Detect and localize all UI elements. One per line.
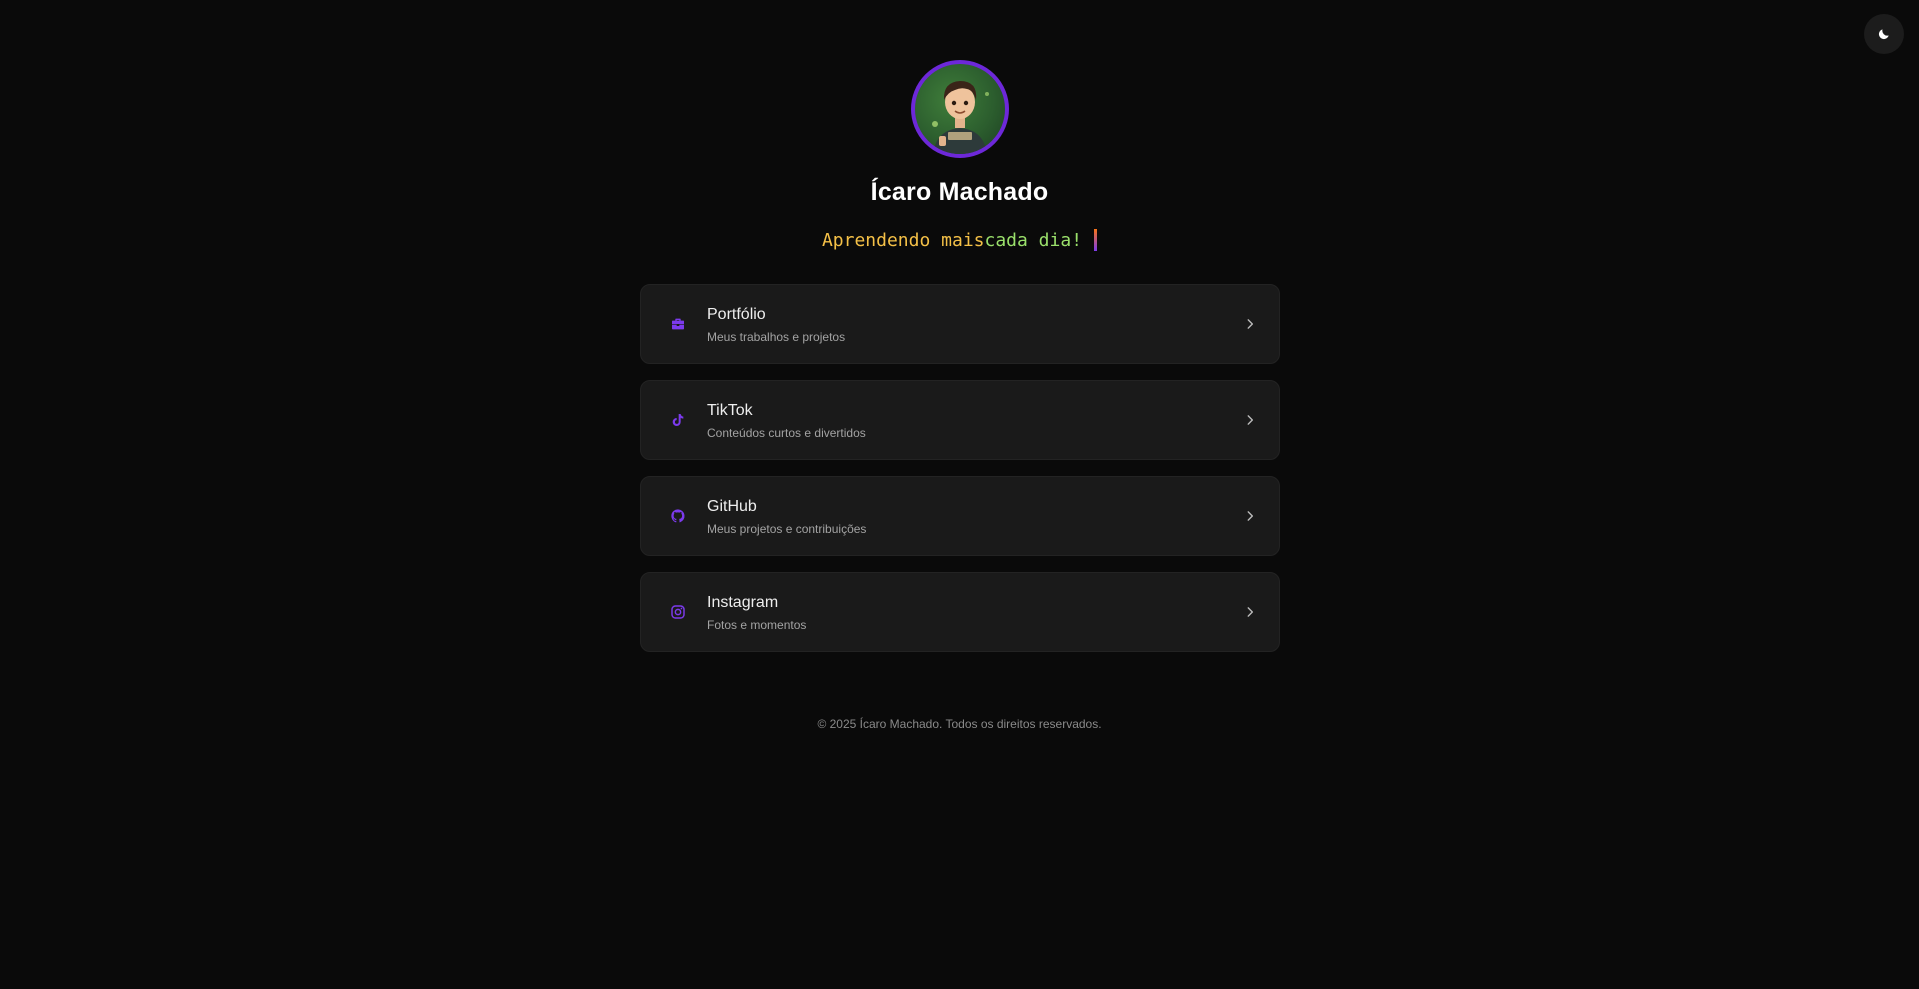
- avatar-illustration: [931, 81, 989, 154]
- page: Ícaro Machado Aprendendo mais cada dia! …: [0, 0, 1919, 989]
- tagline: Aprendendo mais cada dia!: [821, 229, 1098, 251]
- chevron-right-icon: [1243, 605, 1257, 619]
- briefcase-icon: [669, 315, 687, 333]
- link-title: Instagram: [707, 593, 779, 611]
- moon-icon: [1878, 29, 1889, 40]
- chevron-right-icon: [1243, 509, 1257, 523]
- link-title: TikTok: [707, 401, 753, 419]
- link-subtitle: Fotos e momentos: [707, 617, 807, 632]
- theme-toggle-button[interactable]: [1864, 14, 1904, 54]
- link-text: Instagram Fotos e momentos: [707, 593, 1243, 632]
- tagline-part1: Aprendendo mais: [821, 229, 985, 251]
- chevron-right-icon: [1243, 413, 1257, 427]
- footer-copyright: © 2025 Ícaro Machado. Todos os direitos …: [817, 717, 1102, 731]
- chevron-right-icon: [1243, 317, 1257, 331]
- link-tiktok[interactable]: TikTok Conteúdos curtos e divertidos: [640, 380, 1280, 460]
- link-subtitle: Meus projetos e contribuições: [707, 521, 867, 536]
- instagram-icon: [669, 603, 687, 621]
- tagline-part2: cada dia!: [984, 229, 1083, 251]
- link-subtitle: Conteúdos curtos e divertidos: [707, 425, 866, 440]
- link-text: GitHub Meus projetos e contribuições: [707, 497, 1243, 536]
- github-icon: [669, 507, 687, 525]
- link-github[interactable]: GitHub Meus projetos e contribuições: [640, 476, 1280, 556]
- link-title: Portfólio: [707, 305, 766, 323]
- link-text: TikTok Conteúdos curtos e divertidos: [707, 401, 1243, 440]
- link-portfolio[interactable]: Portfólio Meus trabalhos e projetos: [640, 284, 1280, 364]
- link-title: GitHub: [707, 497, 757, 515]
- avatar: [910, 60, 1009, 158]
- link-instagram[interactable]: Instagram Fotos e momentos: [640, 572, 1280, 652]
- link-text: Portfólio Meus trabalhos e projetos: [707, 305, 1243, 344]
- profile-name: Ícaro Machado: [870, 178, 1049, 206]
- profile-section: Ícaro Machado Aprendendo mais cada dia!: [0, 60, 1919, 251]
- typing-caret: [1094, 229, 1098, 251]
- links-list: Portfólio Meus trabalhos e projetos TikT…: [640, 284, 1280, 668]
- link-subtitle: Meus trabalhos e projetos: [707, 329, 846, 344]
- tiktok-icon: [669, 411, 687, 429]
